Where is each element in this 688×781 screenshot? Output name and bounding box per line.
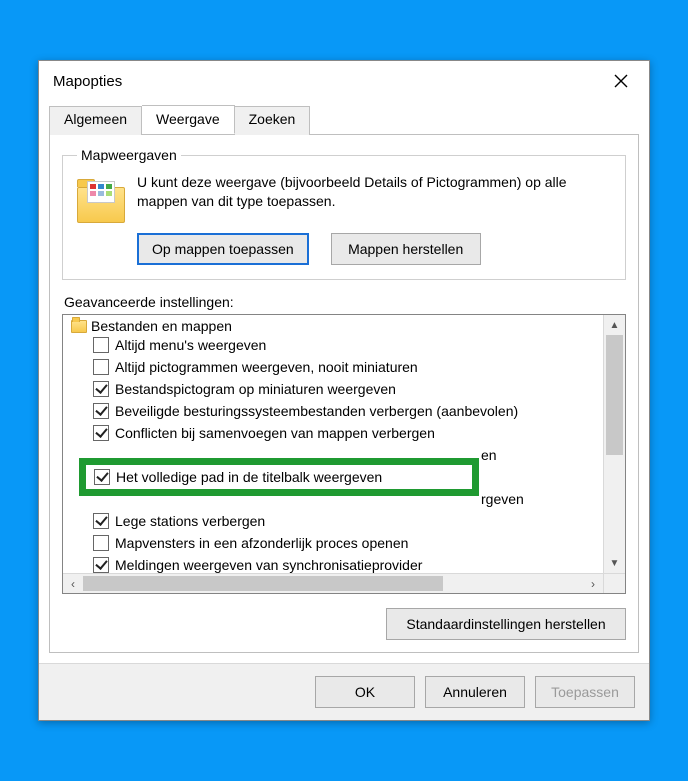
tab-strip: Algemeen Weergave Zoeken (39, 105, 649, 134)
titlebar: Mapopties (39, 61, 649, 101)
advanced-settings-label: Geavanceerde instellingen: (64, 294, 626, 310)
tab-search[interactable]: Zoeken (235, 106, 311, 135)
close-button[interactable] (599, 64, 643, 98)
ok-button[interactable]: OK (315, 676, 415, 708)
tab-view[interactable]: Weergave (142, 105, 235, 134)
restore-defaults-button[interactable]: Standaardinstellingen herstellen (386, 608, 626, 640)
checkbox-icon[interactable] (93, 557, 109, 573)
tab-general[interactable]: Algemeen (49, 106, 142, 135)
checkbox-icon[interactable] (93, 359, 109, 375)
option-sync-provider-notifications[interactable]: Meldingen weergeven van synchronisatiepr… (65, 554, 601, 573)
option-always-icons[interactable]: Altijd pictogrammen weergeven, nooit min… (65, 356, 601, 378)
advanced-settings-list[interactable]: Bestanden en mappen Altijd menu's weerge… (62, 314, 626, 594)
folder-options-dialog: Mapopties Algemeen Weergave Zoeken Mapwe… (38, 60, 650, 721)
window-title: Mapopties (53, 73, 599, 90)
scrollbar-thumb[interactable] (606, 335, 623, 455)
tree-header-files-and-folders[interactable]: Bestanden en mappen (65, 318, 601, 334)
apply-button[interactable]: Toepassen (535, 676, 635, 708)
scroll-left-icon[interactable]: ‹ (63, 574, 83, 593)
close-icon (614, 74, 628, 88)
horizontal-scrollbar[interactable]: ‹ › (63, 573, 603, 593)
scrollbar-thumb[interactable] (83, 576, 443, 591)
checkbox-icon[interactable] (93, 381, 109, 397)
apply-to-folders-button[interactable]: Op mappen toepassen (137, 233, 309, 265)
checkbox-icon[interactable] (94, 469, 110, 485)
checkbox-icon[interactable] (93, 513, 109, 529)
option-separate-process[interactable]: Mapvensters in een afzonderlijk proces o… (65, 532, 601, 554)
vertical-scrollbar[interactable]: ▲ ▼ (603, 315, 625, 573)
option-always-show-menus[interactable]: Altijd menu's weergeven (65, 334, 601, 356)
folder-views-legend: Mapweergaven (77, 147, 181, 163)
folder-views-group: Mapweergaven U kunt deze weergave (bijvo… (62, 147, 626, 280)
folder-views-description: U kunt deze weergave (bijvoorbeeld Detai… (137, 173, 611, 211)
folder-views-icon (77, 175, 125, 223)
checkbox-icon[interactable] (93, 337, 109, 353)
checkbox-icon[interactable] (93, 425, 109, 441)
checkbox-icon[interactable] (93, 403, 109, 419)
highlight-annotation: Het volledige pad in de titelbalk weerge… (79, 458, 479, 496)
scroll-down-icon[interactable]: ▼ (604, 553, 625, 573)
option-hide-protected-os-files[interactable]: Beveiligde besturingssysteembestanden ve… (65, 400, 601, 422)
tab-content: Mapweergaven U kunt deze weergave (bijvo… (49, 134, 639, 653)
scroll-right-icon[interactable]: › (583, 574, 603, 593)
option-hide-merge-conflicts[interactable]: Conflicten bij samenvoegen van mappen ve… (65, 422, 601, 444)
reset-folders-button[interactable]: Mappen herstellen (331, 233, 481, 265)
scroll-up-icon[interactable]: ▲ (604, 315, 625, 335)
option-full-path-in-titlebar[interactable]: Het volledige pad in de titelbalk weerge… (86, 469, 472, 485)
option-hide-empty-drives[interactable]: Lege stations verbergen (65, 510, 601, 532)
folder-icon (71, 320, 87, 333)
option-file-icon-on-thumbs[interactable]: Bestandspictogram op miniaturen weergeve… (65, 378, 601, 400)
cancel-button[interactable]: Annuleren (425, 676, 525, 708)
dialog-footer: OK Annuleren Toepassen (39, 663, 649, 720)
checkbox-icon[interactable] (93, 535, 109, 551)
